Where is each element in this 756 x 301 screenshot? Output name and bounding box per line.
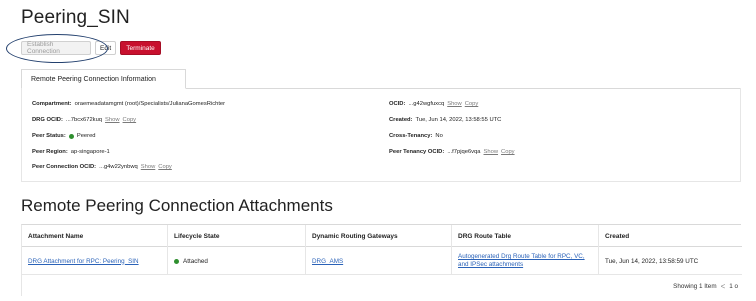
ocid-show-link[interactable]: Show — [447, 101, 462, 107]
ocid-label: OCID: — [389, 101, 406, 107]
peer-region-value: ap-singapore-1 — [70, 149, 110, 155]
drg-cell: DRG_AMS — [306, 247, 452, 275]
previous-page-icon[interactable]: < — [721, 282, 726, 291]
ocid-value: ...g42wgfuxcq — [408, 101, 445, 107]
peer-tenancy-ocid-value: ...f7pjqe6vqa — [447, 149, 481, 155]
cross-tenancy-row: Cross-Tenancy: No — [389, 133, 443, 139]
page-indicator: 1 o — [729, 282, 738, 290]
cross-tenancy-label: Cross-Tenancy: — [389, 133, 433, 139]
peer-region-row: Peer Region: ap-singapore-1 — [32, 149, 110, 155]
lifecycle-state-cell: Attached — [168, 247, 306, 275]
column-header-attachment-name[interactable]: Attachment Name — [22, 225, 168, 247]
table-header-row: Attachment Name Lifecycle State Dynamic … — [22, 225, 742, 247]
peer-connection-ocid-copy-link[interactable]: Copy — [158, 164, 172, 170]
column-header-drg-route-table[interactable]: DRG Route Table — [452, 225, 599, 247]
establish-connection-button[interactable]: Establish Connection — [21, 41, 91, 55]
peer-tenancy-ocid-copy-link[interactable]: Copy — [501, 149, 515, 155]
peer-tenancy-ocid-row: Peer Tenancy OCID: ...f7pjqe6vqa Show Co… — [389, 149, 515, 155]
compartment-label: Compartment: — [32, 101, 72, 107]
peer-connection-ocid-show-link[interactable]: Show — [141, 164, 156, 170]
peer-region-label: Peer Region: — [32, 149, 68, 155]
created-row: Created: Tue, Jun 14, 2022, 13:58:55 UTC — [389, 117, 501, 123]
drg-ocid-value: ...7bcx672kuq — [65, 117, 103, 123]
peer-connection-ocid-value: ...g4w22ynbwq — [99, 164, 138, 170]
drg-ocid-show-link[interactable]: Show — [105, 117, 120, 123]
peer-tenancy-ocid-label: Peer Tenancy OCID: — [389, 149, 445, 155]
tab-remote-peering-info[interactable]: Remote Peering Connection Information — [21, 69, 186, 89]
compartment-row: Compartment: oraemeadatamgmt (root)/Spec… — [32, 101, 225, 107]
attachments-section-title: Remote Peering Connection Attachments — [21, 196, 333, 215]
column-header-drg[interactable]: Dynamic Routing Gateways — [306, 225, 452, 247]
route-table-link[interactable]: Autogenerated Drg Route Table for RPC, V… — [458, 253, 598, 269]
action-bar: Establish Connection Edit Terminate — [21, 41, 161, 55]
terminate-button[interactable]: Terminate — [120, 41, 161, 55]
status-dot-icon — [68, 133, 74, 139]
created-value: Tue, Jun 14, 2022, 13:58:55 UTC — [415, 117, 502, 123]
column-header-lifecycle-state[interactable]: Lifecycle State — [168, 225, 306, 247]
attachment-name-cell: DRG Attachment for RPC: Peering_SIN — [22, 247, 168, 275]
created-label: Created: — [389, 117, 413, 123]
attachment-name-link[interactable]: DRG Attachment for RPC: Peering_SIN — [28, 258, 139, 265]
lifecycle-state-value: Attached — [183, 257, 208, 265]
attachments-table: Attachment Name Lifecycle State Dynamic … — [21, 224, 742, 296]
item-count-text: Showing 1 Item — [673, 282, 717, 290]
drg-ocid-copy-link[interactable]: Copy — [123, 117, 137, 123]
peer-tenancy-ocid-show-link[interactable]: Show — [484, 149, 499, 155]
edit-button[interactable]: Edit — [95, 41, 117, 55]
table-row: DRG Attachment for RPC: Peering_SIN Atta… — [22, 247, 742, 275]
drg-link[interactable]: DRG_AMS — [312, 258, 343, 265]
page-title: Peering_SIN — [21, 7, 130, 28]
drg-ocid-row: DRG OCID: ...7bcx672kuq Show Copy — [32, 117, 136, 123]
peer-status-row: Peer Status: Peered — [32, 133, 96, 139]
created-cell: Tue, Jun 14, 2022, 13:58:59 UTC — [605, 257, 699, 265]
tab-strip: Remote Peering Connection Information — [21, 69, 741, 89]
drg-ocid-label: DRG OCID: — [32, 117, 63, 123]
ocid-row: OCID: ...g42wgfuxcq Show Copy — [389, 101, 478, 107]
peer-connection-ocid-label: Peer Connection OCID: — [32, 164, 97, 170]
status-dot-icon — [174, 258, 179, 264]
peer-status-value: Peered — [76, 133, 96, 139]
route-table-cell: Autogenerated Drg Route Table for RPC, V… — [452, 247, 599, 275]
peer-connection-ocid-row: Peer Connection OCID: ...g4w22ynbwq Show… — [32, 164, 172, 170]
column-header-created[interactable]: Created — [599, 225, 742, 247]
info-panel: Compartment: oraemeadatamgmt (root)/Spec… — [21, 88, 741, 182]
table-footer: Showing 1 Item < 1 o — [22, 276, 742, 296]
cross-tenancy-value: No — [435, 133, 443, 139]
compartment-value: oraemeadatamgmt (root)/Specialists/Julia… — [74, 101, 226, 107]
ocid-copy-link[interactable]: Copy — [465, 101, 479, 107]
peer-status-label: Peer Status: — [32, 133, 66, 139]
